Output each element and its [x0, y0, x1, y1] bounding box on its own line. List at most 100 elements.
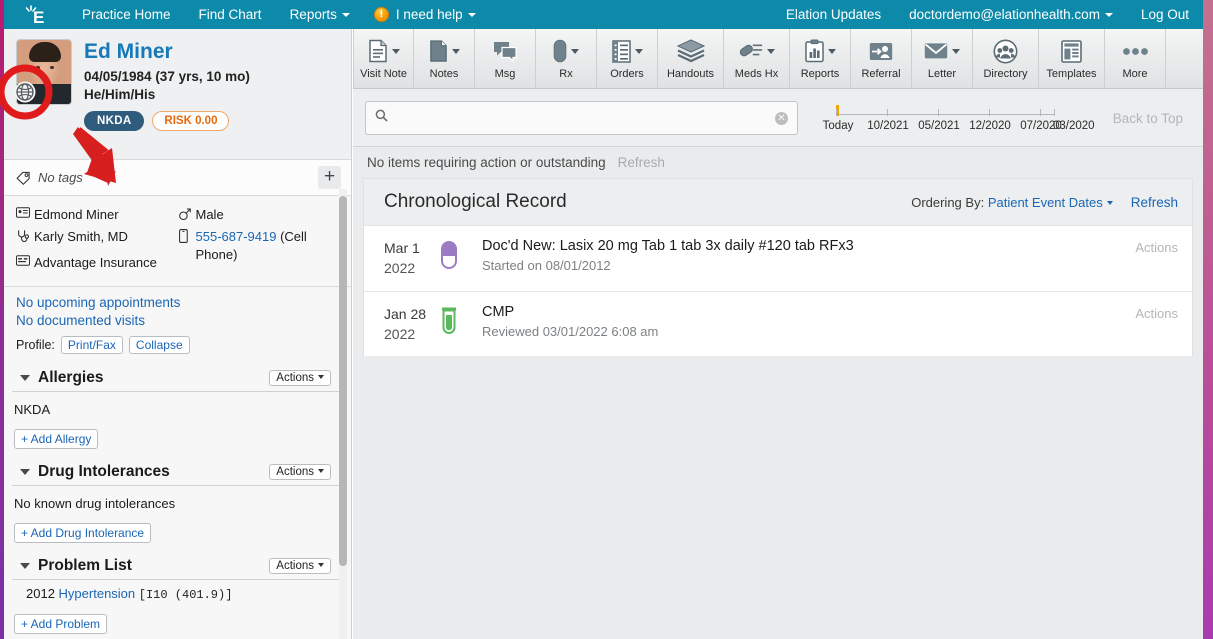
toolbar-orders-label: Orders [610, 67, 644, 80]
toolbar-orders[interactable]: Orders [597, 29, 658, 88]
toolbar-referral-label: Referral [861, 67, 901, 80]
toolbar-reports[interactable]: Reports [790, 29, 851, 88]
clear-x-icon[interactable]: ✕ [775, 111, 788, 125]
chevron-down-icon [827, 48, 836, 54]
status-badge-risk[interactable]: RISK 0.00 [152, 111, 230, 132]
table-row[interactable]: Mar 1 2022 Doc'd New: Lasix 20 mg Tab 1 … [364, 225, 1192, 291]
templates-layout-icon [1061, 38, 1082, 65]
nav-i-need-help-label: I need help [395, 7, 463, 22]
section-title-allergies: Allergies [38, 368, 104, 386]
add-tag-button[interactable]: + [318, 166, 341, 189]
toolbar-rx[interactable]: Rx [536, 29, 597, 88]
add-drug-intolerance-button[interactable]: + Add Drug Intolerance [14, 522, 152, 543]
search-icon-svg [375, 109, 388, 122]
allergies-actions-label: Actions [276, 371, 314, 384]
toolbar-handouts[interactable]: Handouts [658, 29, 724, 88]
record-body: CMP Reviewed 03/01/2022 6:08 am [482, 304, 1135, 339]
table-row[interactable]: Jan 28 2022 CMP Reviewed 03/01/2022 6:08… [364, 290, 1192, 357]
elation-logo-icon[interactable]: E [4, 0, 68, 29]
visit-note-svg [368, 39, 387, 63]
section-header-allergies: Allergies Actions [12, 365, 341, 392]
page-title[interactable]: Ed Miner [84, 40, 250, 64]
meds-history-icon [739, 38, 775, 65]
demo-provider: Karly Smith, MD [16, 228, 178, 245]
status-refresh-button[interactable]: Refresh [618, 155, 665, 170]
timeline-axis [836, 114, 1054, 115]
search-box[interactable]: ✕ [365, 101, 798, 135]
demographics-col-right: Male 555-687-9419 (Cell Phone) [178, 206, 340, 276]
allergies-body: NKDA [14, 401, 51, 417]
envelope-svg [924, 43, 948, 59]
collapse-button[interactable]: Collapse [128, 335, 190, 354]
nav-elation-updates-label: Elation Updates [785, 7, 882, 22]
drug-intolerances-actions-button[interactable]: Actions [269, 463, 331, 480]
globe-icon[interactable] [14, 81, 36, 103]
record-date: Mar 1 2022 [384, 238, 440, 279]
nav-find-chart-label: Find Chart [198, 7, 262, 22]
elation-emr-patient-chart: E Practice Home Find Chart Reports ! I n… [0, 0, 1213, 639]
nav-elation-updates[interactable]: Elation Updates [772, 0, 895, 29]
search-input[interactable] [395, 110, 775, 126]
search-icon [375, 109, 388, 127]
record-refresh-button[interactable]: Refresh [1131, 195, 1178, 210]
add-problem-button[interactable]: + Add Problem [14, 613, 108, 634]
male-symbol-icon [178, 206, 196, 221]
toolbar-visit-note[interactable]: Visit Note [353, 29, 414, 88]
sidebar-scrollbar-thumb[interactable] [339, 196, 347, 566]
secondary-nav-links: Elation Updates doctordemo@elationhealth… [772, 0, 1203, 29]
nav-account-menu[interactable]: doctordemo@elationhealth.com [895, 0, 1127, 29]
toolbar-filler [1166, 29, 1203, 88]
toolbar-msg[interactable]: Msg [475, 29, 536, 88]
chevron-down-icon [1104, 13, 1113, 17]
orders-list-icon [611, 38, 643, 65]
nav-i-need-help[interactable]: ! I need help [364, 7, 486, 22]
toolbar-meds-hx[interactable]: Meds Hx [724, 29, 790, 88]
toolbar-referral[interactable]: Referral [851, 29, 912, 88]
demo-phone-wrap: 555-687-9419 (Cell Phone) [196, 228, 340, 263]
toolbar-handouts-label: Handouts [666, 67, 715, 80]
back-to-top-button[interactable]: Back to Top [1113, 111, 1189, 126]
notes-icon [429, 38, 460, 65]
chronological-record-panel: Chronological Record Ordering By: Patien… [363, 178, 1193, 357]
record-date-year: 2022 [384, 325, 416, 342]
pill-icon [553, 38, 579, 65]
print-fax-button[interactable]: Print/Fax [60, 335, 123, 354]
toolbar-notes[interactable]: Notes [414, 29, 475, 88]
toolbar-notes-label: Notes [429, 67, 459, 80]
lab-test-tube-svg [442, 307, 456, 334]
problem-name-link[interactable]: Hypertension [59, 586, 136, 601]
meds-history-svg [739, 44, 762, 57]
nav-find-chart[interactable]: Find Chart [185, 0, 276, 29]
timeline-tick [938, 109, 939, 116]
chevron-down-icon[interactable] [20, 468, 30, 475]
tags-row: No tags + [4, 160, 351, 196]
chevron-down-icon[interactable] [20, 562, 30, 569]
status-badge-nkda[interactable]: NKDA [84, 111, 145, 132]
nav-log-out-label: Log Out [1140, 7, 1189, 22]
nav-reports[interactable]: Reports [276, 0, 364, 29]
no-upcoming-appointments-link[interactable]: No upcoming appointments [16, 295, 339, 310]
record-actions-button[interactable]: Actions [1135, 238, 1178, 255]
toolbar-more[interactable]: More [1105, 29, 1166, 88]
nav-practice-home[interactable]: Practice Home [68, 0, 185, 29]
chevron-down-icon [318, 468, 324, 473]
chevron-down-icon [1106, 200, 1113, 205]
allergies-actions-button[interactable]: Actions [269, 369, 331, 386]
demo-phone-link[interactable]: 555-687-9419 [196, 229, 277, 244]
toolbar-directory[interactable]: Directory [973, 29, 1039, 88]
record-title: Chronological Record [384, 191, 567, 212]
record-timeline[interactable]: Today 10/2021 05/2021 12/2020 07/2020 [816, 98, 1062, 138]
no-documented-visits-link[interactable]: No documented visits [16, 313, 339, 328]
pill-capsule-icon [440, 238, 482, 270]
chevron-down-icon[interactable] [20, 374, 30, 381]
problem-list-actions-button[interactable]: Actions [269, 557, 331, 574]
toolbar-letter[interactable]: Letter [912, 29, 973, 88]
ordering-by-select[interactable]: Patient Event Dates [988, 195, 1103, 210]
toolbar-templates[interactable]: Templates [1039, 29, 1105, 88]
add-allergy-button[interactable]: + Add Allergy [14, 428, 99, 449]
record-date-day: Jan 28 [384, 305, 427, 322]
record-actions-button[interactable]: Actions [1135, 304, 1178, 321]
globe-icon-svg [14, 81, 36, 103]
nav-log-out[interactable]: Log Out [1127, 0, 1203, 29]
record-date-year: 2022 [384, 260, 416, 277]
